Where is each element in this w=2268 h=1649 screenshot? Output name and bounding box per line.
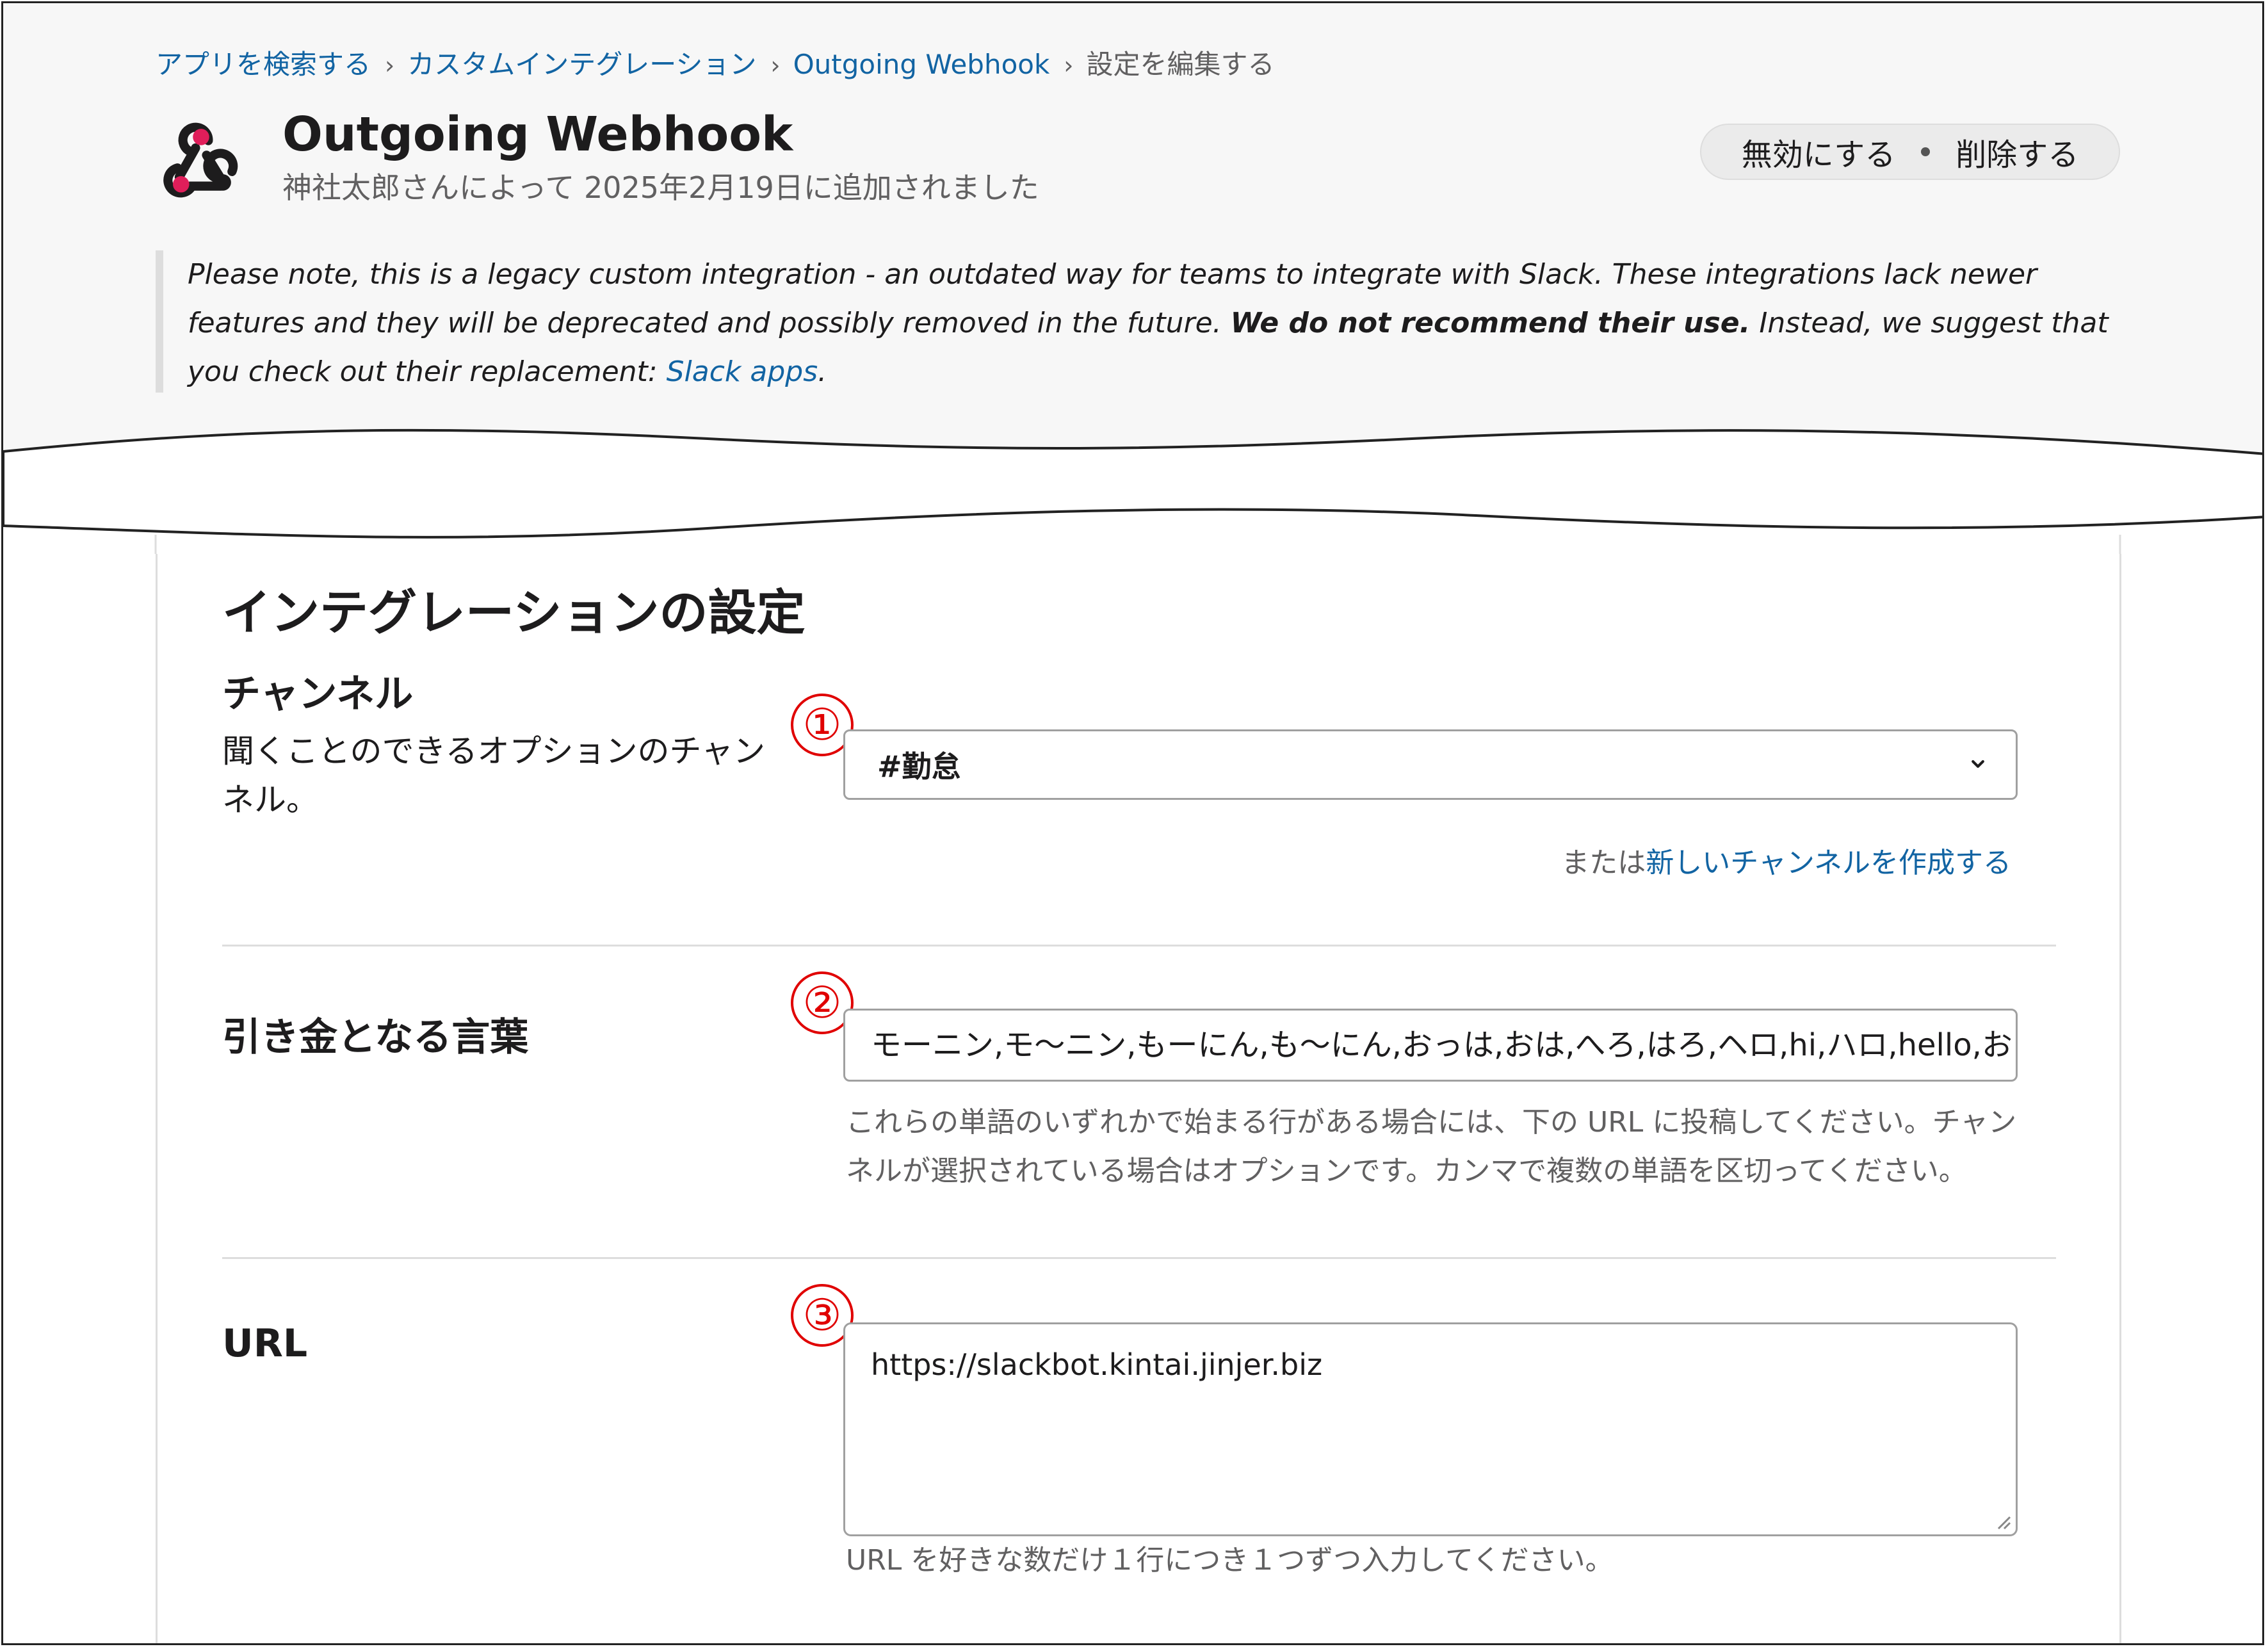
breadcrumb-outgoing-webhook[interactable]: Outgoing Webhook [793,49,1050,80]
channel-selected-value: #勤怠 [877,749,961,784]
section-divider [222,945,2056,946]
url-label: URL [222,1321,308,1366]
breadcrumb-separator: › [770,51,781,79]
page-frame: アプリを検索する › カスタムインテグレーション › Outgoing Webhook ›… [1,1,2264,1645]
slack-apps-link[interactable]: Slack apps [667,355,818,388]
app-title: Outgoing Webhook [282,107,793,162]
notice-end: . [818,355,827,388]
notice-bold: We do not recommend their use. [1230,307,1751,339]
breadcrumb-search-apps[interactable]: アプリを検索する [156,49,371,80]
section-divider [222,1257,2056,1259]
channel-description: 聞くことのできるオプションのチャンネル。 [222,733,765,818]
breadcrumb: アプリを検索する › カスタムインテグレーション › Outgoing Webhook ›… [156,43,1275,82]
integration-actions: 無効にする 削除する [1700,124,2120,180]
resize-handle-icon[interactable] [1993,1511,2012,1531]
breadcrumb-separator: › [1064,51,1074,79]
breadcrumb-separator: › [385,51,395,79]
channel-label: チャンネル [222,672,414,717]
header-area: アプリを検索する › カスタムインテグレーション › Outgoing Webhook ›… [3,3,2262,490]
url-hint: URL を好きな数だけ１行につき１つずつ入力してください。 [846,1544,1614,1577]
chevron-down-icon [1972,760,1984,768]
create-channel-row: または新しいチャンネルを作成する [1561,840,2011,881]
app-added-by: 神社太郎さんによって 2025年2月19日に追加されました [282,170,1039,205]
url-textarea[interactable]: https://slackbot.kintai.jinjer.biz [843,1322,2018,1536]
separator-dot [1921,147,1931,156]
delete-button[interactable]: 削除する [1956,129,2078,174]
create-channel-prefix: または [1561,847,1646,879]
cut-separator [3,428,2262,554]
create-channel-link[interactable]: 新しいチャンネルを作成する [1646,847,2011,879]
webhook-icon [163,122,238,198]
trigger-words-label: 引き金となる言葉 [222,1015,529,1060]
legacy-notice: Please note, this is a legacy custom int… [156,250,2134,393]
trigger-words-input[interactable]: モーニン,モ〜ニン,もーにん,も〜にん,おっは,おは,へろ,はろ,ヘロ,hi,ハ… [843,1009,2018,1082]
disable-button[interactable]: 無効にする [1742,129,1895,174]
trigger-words-hint: これらの単語のいずれかで始まる行がある場合には、下の URL に投稿してください… [846,1106,2017,1187]
settings-title: インテグレーションの設定 [222,584,806,641]
url-value: https://slackbot.kintai.jinjer.biz [871,1347,1323,1382]
channel-select[interactable]: #勤怠 [843,729,2018,800]
breadcrumb-current: 設定を編集する [1086,49,1275,80]
breadcrumb-custom-integration[interactable]: カスタムインテグレーション [407,49,756,80]
